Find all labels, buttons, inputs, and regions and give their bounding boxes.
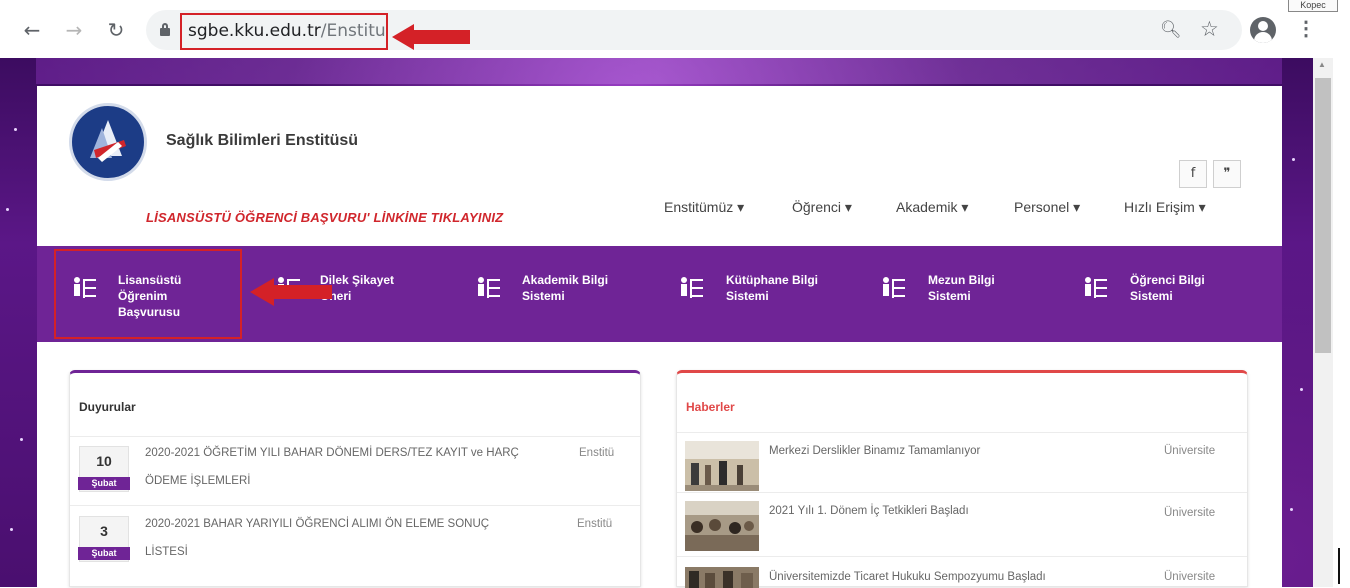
quicklink-label: Sistemi <box>928 289 971 303</box>
university-logo[interactable] <box>69 103 147 181</box>
quicklink-label: Mezun Bilgi <box>928 273 995 287</box>
news-category: Üniversite <box>1164 445 1216 457</box>
announcements-title: Duyurular <box>79 400 136 414</box>
person-board-icon <box>478 277 500 298</box>
corner-label: Kopec <box>1288 0 1338 12</box>
person-board-icon <box>1085 277 1107 298</box>
text-cursor <box>1338 548 1340 584</box>
left-arrow-icon <box>250 278 332 306</box>
menu-enstitumuz[interactable]: Enstitümüz ▾ <box>664 199 744 216</box>
header-glow-band <box>36 58 1282 84</box>
quicklink-label: Kütüphane Bilgi <box>726 273 818 287</box>
menu-akademik[interactable]: Akademik ▾ <box>896 199 968 216</box>
date-day: 3 <box>100 523 108 539</box>
date-badge: 3 Şubat <box>78 516 130 562</box>
announcement-category: Enstitü <box>577 518 613 530</box>
url-highlight-box <box>180 13 388 50</box>
announcement-title[interactable]: 2020-2021 BAHAR YARIYILI ÖĞRENCİ ALIMI Ö… <box>145 510 565 538</box>
news-category: Üniversite <box>1164 507 1216 519</box>
news-title: Haberler <box>686 400 735 414</box>
quicklink-label: Öğrenci Bilgi <box>1130 273 1205 287</box>
news-category: Üniversite <box>1164 571 1216 583</box>
facebook-icon[interactable]: f <box>1179 160 1207 188</box>
date-day: 10 <box>96 453 112 469</box>
news-headline[interactable]: Üniversitemizde Ticaret Hukuku Sempozyum… <box>769 571 1046 583</box>
list-item[interactable]: 10 Şubat 2020-2021 ÖĞRETİM YILI BAHAR DÖ… <box>70 436 640 498</box>
list-item[interactable]: 3 Şubat 2020-2021 BAHAR YARIYILI ÖĞRENCİ… <box>70 505 640 567</box>
promo-text[interactable]: LİSANSÜSTÜ ÖĞRENCİ BAŞVURU' LİNKİNE TIKL… <box>146 210 503 225</box>
scroll-thumb[interactable] <box>1315 78 1331 353</box>
news-headline[interactable]: Merkezi Derslikler Binamız Tamamlanıyor <box>769 445 980 457</box>
person-board-icon <box>681 277 703 298</box>
window-edge <box>1333 58 1350 587</box>
quicklink-highlight-box <box>54 249 242 339</box>
list-item[interactable]: Üniversitemizde Ticaret Hukuku Sempozyum… <box>677 556 1247 588</box>
date-month: Şubat <box>78 547 130 560</box>
news-thumbnail[interactable] <box>685 441 759 491</box>
bookmark-star-icon[interactable]: ☆ <box>1200 17 1219 41</box>
date-month: Şubat <box>78 477 130 490</box>
quicklink-label: Sistemi <box>1130 289 1173 303</box>
news-thumbnail[interactable] <box>685 567 759 588</box>
date-badge: 10 Şubat <box>78 446 130 492</box>
site-title[interactable]: Sağlık Bilimleri Enstitüsü <box>166 132 358 150</box>
browser-toolbar: ← → ↻ sgbe.kku.edu.tr/Enstitu 🔍︎ ☆ ⋮ Kop… <box>0 0 1350 58</box>
quicklink-label: Akademik Bilgi <box>522 273 609 287</box>
menu-personel[interactable]: Personel ▾ <box>1014 199 1080 216</box>
forward-icon[interactable]: → <box>62 18 86 42</box>
lock-icon[interactable] <box>160 23 170 36</box>
announcement-title[interactable]: ÖDEME İŞLEMLERİ <box>145 467 575 495</box>
menu-hizli-erisim[interactable]: Hızlı Erişim ▾ <box>1124 199 1206 216</box>
twitter-icon[interactable]: ❞ <box>1213 160 1241 188</box>
account-icon[interactable] <box>1250 17 1276 43</box>
announcement-category: Enstitü <box>579 447 615 459</box>
announcement-title[interactable]: 2020-2021 ÖĞRETİM YILI BAHAR DÖNEMİ DERS… <box>145 439 575 467</box>
list-item[interactable]: Merkezi Derslikler Binamız Tamamlanıyor … <box>677 432 1247 492</box>
back-icon[interactable]: ← <box>20 18 44 42</box>
scroll-up-icon[interactable]: ▲ <box>1318 60 1326 69</box>
reload-icon[interactable]: ↻ <box>104 18 128 42</box>
menu-ogrenci[interactable]: Öğrenci ▾ <box>792 199 852 216</box>
news-thumbnail[interactable] <box>685 501 759 551</box>
left-arrow-icon <box>392 24 470 50</box>
quicklink-label: Sistemi <box>726 289 769 303</box>
news-headline[interactable]: 2021 Yılı 1. Dönem İç Tetkikleri Başladı <box>769 505 969 517</box>
list-item[interactable]: 2021 Yılı 1. Dönem İç Tetkikleri Başladı… <box>677 492 1247 556</box>
announcement-title[interactable]: LİSTESİ <box>145 538 565 566</box>
person-board-icon <box>883 277 905 298</box>
quicklink-label: Sistemi <box>522 289 565 303</box>
browser-menu-icon[interactable]: ⋮ <box>1296 16 1316 41</box>
zoom-icon[interactable]: 🔍︎ <box>1160 20 1182 40</box>
